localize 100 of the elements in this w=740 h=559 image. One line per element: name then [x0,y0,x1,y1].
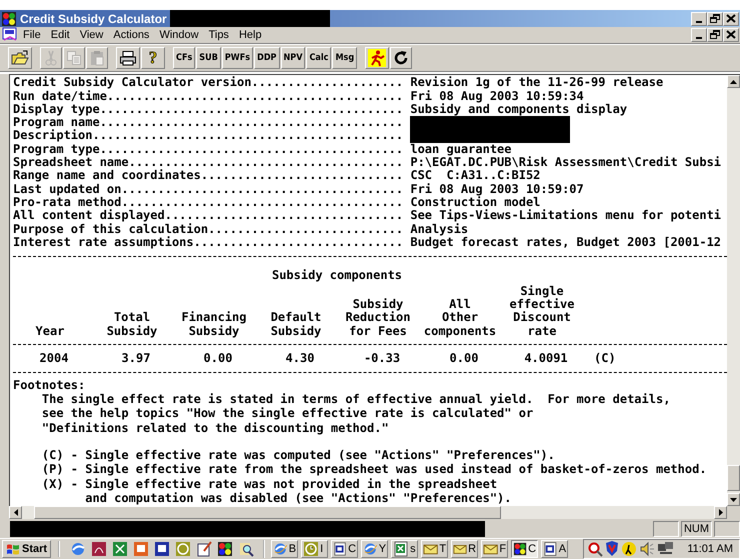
app-icon [513,541,528,557]
close-icon [726,14,736,23]
taskbar-button[interactable]: R [451,540,478,558]
quick-launch-button[interactable] [217,541,234,557]
quick-launch-button[interactable] [196,541,212,557]
taskbar-button[interactable]: C [331,540,358,558]
toolbar-button[interactable]: DDP [254,47,280,70]
menu-item[interactable]: Actions [108,28,154,41]
quick-launch-button[interactable] [91,541,108,557]
scrollbar-thumb[interactable] [34,506,501,520]
scroll-up-button[interactable] [727,75,740,88]
scroll-left-button[interactable] [9,506,22,520]
restore-button[interactable] [707,12,723,26]
window-title: Credit Subsidy Calculator [20,12,167,26]
scrollbar-thumb[interactable] [727,465,740,492]
refresh-button[interactable] [390,47,412,70]
minimize-button[interactable] [691,12,707,26]
field-label: Run date/time......................................... [13,88,404,103]
field-value: CSC C:A31..C:BI52 [410,168,540,182]
restore-button[interactable] [707,28,723,42]
table-cell-text: (C) [593,352,617,366]
field-label: Program type.......................................... [13,142,404,156]
field-value: Fri 08 Aug 2003 10:59:07 [410,182,584,196]
taskbar-button[interactable]: B [271,540,298,558]
toolbar-button[interactable]: Calc [306,47,332,70]
group-title: Subsidy components [270,269,404,283]
toolbar-button[interactable]: CFs [173,47,196,70]
scroll-down-button[interactable] [727,493,740,506]
column-header: All Other components [419,282,501,338]
footnotes-title: Footnotes: [13,378,86,392]
network-icon [657,541,676,557]
globe-icon [363,541,378,557]
menu-item[interactable]: Edit [46,28,75,41]
scroll-right-button[interactable] [714,506,727,520]
field-label: Description........................................... [13,128,404,142]
table-cell-text: 4.30 [284,352,316,366]
toolbar-button[interactable]: PWFs [222,47,254,70]
document-icon [543,541,558,557]
taskbar-button[interactable]: A [541,540,568,558]
field-value: Budget forecast rates, Budget 2003 [2001-12 [410,234,722,249]
figure-icon [621,541,638,557]
taskbar-button[interactable]: C [511,540,538,558]
app-icon [217,541,234,557]
scissors-icon [43,50,59,66]
toolbar-button[interactable]: NPV [280,47,306,70]
taskbar-button[interactable]: I [301,540,328,558]
table-cell-text: -0.33 [362,352,402,366]
menu-item[interactable]: Help [234,28,267,41]
field-label: Display type.......................................... [13,102,404,116]
taskbar-button[interactable]: s [391,540,418,558]
up-arrow-icon [730,80,737,84]
left-arrow-icon [14,509,18,516]
column-header: Default Subsidy [255,282,337,338]
menu-item[interactable]: Window [154,28,204,41]
close-button[interactable] [723,12,739,26]
close-button[interactable] [723,28,739,42]
menu-item[interactable]: Tips [204,28,234,41]
taskbar-button[interactable]: Y [361,540,388,558]
field-label: Pro-rata method....................................... [13,194,404,209]
running-figure-icon [368,49,386,68]
footnote: (C) - Single effective rate was computed (see "Actions" "Preferences"). [42,448,556,462]
taskbar-button[interactable]: T [421,540,448,558]
column-header: Year [34,324,66,338]
minimize-button[interactable] [691,28,707,42]
start-button[interactable]: Start [2,540,52,558]
field-label: Range name and coordinates............................ [13,168,404,182]
footnote-paragraph: The single effect rate is stated in terms of effective annual yield. For more details, see the help topics "How the single effective rate is calculated" or "Definitions related to the discounting method." [42,392,672,436]
column-header: Financing Subsidy [173,282,255,338]
field-value: Subsidy and components display [410,102,628,116]
down-arrow-icon [730,498,737,502]
run-button[interactable] [365,47,390,70]
clipboard-icon [89,50,105,66]
copy-icon [66,50,82,66]
field-label: Credit Subsidy Calculator version..................... [13,75,404,90]
field-value: loan guarantee [410,142,512,156]
quick-launch-button[interactable] [238,541,254,557]
refresh-icon [393,50,410,66]
folder-icon [11,50,29,66]
print-button[interactable] [116,47,140,70]
taskbar-button[interactable]: F [481,540,508,558]
menu-item[interactable]: View [74,28,108,41]
field-label: Spreadsheet name...................................... [13,155,404,170]
speaker-icon [639,541,656,557]
restore-icon [710,14,720,23]
table-cell-text: 0.00 [448,352,480,366]
column-header: Subsidy Reduction for Fees [337,282,419,338]
app-icon [1,10,17,26]
open-button[interactable] [8,47,32,70]
field-value: Fri 08 Aug 2003 10:59:34 [410,88,584,103]
field-label: Purpose of this calculation........................... [13,222,404,236]
right-arrow-icon [718,509,722,516]
column-header: Single effective Discount rate [508,284,576,338]
status-panel [652,520,679,537]
document-icon [333,541,348,557]
table-cell-text: 0.00 [202,352,234,366]
menu-item[interactable]: File [18,28,46,41]
quick-launch-button[interactable] [154,541,170,557]
toolbar-button[interactable]: Msg [332,47,358,70]
table-cell-text: 4.0091 [523,352,569,366]
toolbar-button[interactable]: SUB [196,47,221,70]
